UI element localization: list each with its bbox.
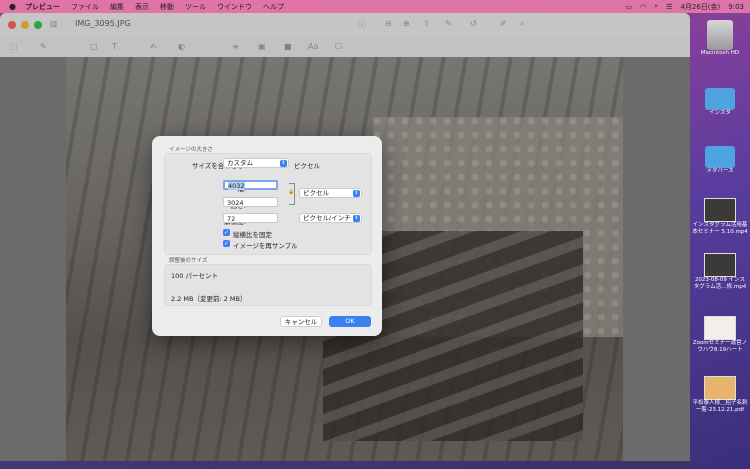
fit-select[interactable]: カスタム ⇕ bbox=[223, 158, 289, 168]
ok-button[interactable]: OK bbox=[329, 316, 371, 327]
control-center-icon[interactable]: ☰ bbox=[666, 3, 672, 11]
menu-bar: ● プレビュー ファイル 編集 表示 移動 ツール ウインドウ ヘルプ ▭ ◠ … bbox=[0, 0, 750, 13]
video-thumbnail-icon bbox=[704, 253, 736, 277]
fit-select-value: カスタム bbox=[227, 159, 253, 167]
menu-view[interactable]: 表示 bbox=[135, 2, 149, 12]
resolution-unit-select[interactable]: ピクセル/インチ ⇕ bbox=[299, 213, 362, 223]
result-percent: 100 パーセント bbox=[171, 272, 218, 280]
chevron-updown-icon: ⇕ bbox=[353, 190, 360, 197]
pdf-thumbnail-icon bbox=[704, 376, 736, 400]
desktop-icon-label: インスタグラム活用基 bbox=[692, 222, 748, 228]
desktop-icon-metaverse-folder[interactable]: メタバース bbox=[690, 146, 750, 175]
chevron-updown-icon: ⇕ bbox=[353, 215, 360, 222]
resolution-unit-value: ピクセル/インチ bbox=[303, 214, 351, 222]
desktop-icon-doc-zoom[interactable]: Zoomセミナー運営ノ ウハウ8.19ハート bbox=[690, 316, 750, 354]
wifi-icon[interactable]: ◠ bbox=[640, 3, 646, 11]
desktop-icon-label: ウハウ8.19ハート bbox=[697, 347, 743, 353]
height-value: 3024 bbox=[227, 199, 244, 207]
desktop-icon-insta-folder[interactable]: インスタ bbox=[690, 88, 750, 117]
menu-tools[interactable]: ツール bbox=[185, 2, 206, 12]
resample-label[interactable]: イメージを再サンプル bbox=[233, 240, 298, 250]
menu-window[interactable]: ウインドウ bbox=[217, 2, 252, 12]
folder-icon bbox=[705, 88, 735, 110]
hard-drive-icon bbox=[707, 20, 733, 50]
image-size-section-title: イメージの大きさ bbox=[169, 147, 213, 153]
dock-edge bbox=[0, 461, 690, 469]
desktop-icon-label: Macintosh HD bbox=[700, 50, 740, 56]
height-input[interactable]: 3024 bbox=[223, 197, 278, 207]
desktop-icon-label: Zoomセミナー運営ノ bbox=[692, 340, 748, 346]
resample-checkbox[interactable]: ✓ bbox=[223, 240, 230, 247]
desktop-icon-label: 2023-08-09 インス bbox=[694, 277, 746, 283]
video-thumbnail-icon bbox=[704, 198, 736, 222]
desktop-icon-label: インスタ bbox=[709, 110, 731, 116]
width-value: 4032 bbox=[228, 182, 245, 190]
desktop-icon-video-1[interactable]: インスタグラム活用基 本セミナー 5.10.mp4 bbox=[690, 198, 750, 236]
menu-app-name[interactable]: プレビュー bbox=[25, 2, 60, 12]
size-unit-value: ピクセル bbox=[303, 189, 329, 197]
desktop-icon-label: メタバース bbox=[706, 168, 734, 174]
desktop-icon-label: 本セミナー 5.10.mp4 bbox=[692, 229, 748, 235]
resolution-input[interactable]: 72 bbox=[223, 213, 278, 223]
desktop-icon-label: 平松泰人様＿招子名刺 bbox=[692, 400, 748, 406]
desktop-icon-pdf[interactable]: 平松泰人様＿招子名刺 一覧-23.12.21.pdf bbox=[690, 376, 750, 414]
search-icon[interactable]: ⌕ bbox=[654, 2, 658, 11]
resolution-value: 72 bbox=[227, 215, 236, 223]
image-size-dialog: イメージの大きさ サイズを合わせる: カスタム ⇕ ピクセル 幅: 4032 🔒… bbox=[152, 136, 382, 336]
result-size-section-title: 調整後のサイズ bbox=[169, 258, 208, 264]
lock-icon: 🔒 bbox=[288, 189, 295, 195]
result-filesize: 2.2 MB（変更前: 2 MB） bbox=[171, 295, 247, 303]
status-area: ▭ ◠ ⌕ ☰ 4月26日(金) 9:03 bbox=[618, 0, 745, 13]
menubar-time[interactable]: 9:03 bbox=[728, 3, 744, 11]
battery-icon[interactable]: ▭ bbox=[626, 3, 633, 11]
desktop-icon-macintosh-hd[interactable]: Macintosh HD bbox=[690, 20, 750, 57]
desktop-icon-label: 一覧-23.12.21.pdf bbox=[695, 407, 745, 413]
menu-help[interactable]: ヘルプ bbox=[263, 2, 284, 12]
apple-icon[interactable]: ● bbox=[9, 2, 16, 11]
desktop-icon-video-2[interactable]: 2023-08-09 インス タグラム活…修.mp4 bbox=[690, 253, 750, 291]
chevron-updown-icon: ⇕ bbox=[280, 160, 287, 167]
keep-ratio-checkbox[interactable]: ✓ bbox=[223, 229, 230, 236]
desktop-icon-label: タグラム活…修.mp4 bbox=[693, 284, 747, 290]
menu-edit[interactable]: 編集 bbox=[110, 2, 124, 12]
document-thumbnail-icon bbox=[704, 316, 736, 340]
folder-icon bbox=[705, 146, 735, 168]
size-unit-select[interactable]: ピクセル ⇕ bbox=[299, 188, 362, 198]
width-input[interactable]: 4032 bbox=[223, 180, 278, 190]
menu-go[interactable]: 移動 bbox=[160, 2, 174, 12]
menubar-date[interactable]: 4月26日(金) bbox=[680, 2, 720, 12]
fit-unit-label: ピクセル bbox=[294, 162, 320, 170]
keep-ratio-label[interactable]: 縦横比を固定 bbox=[233, 229, 272, 239]
menu-file[interactable]: ファイル bbox=[71, 2, 99, 12]
cancel-button[interactable]: キャンセル bbox=[280, 316, 322, 327]
